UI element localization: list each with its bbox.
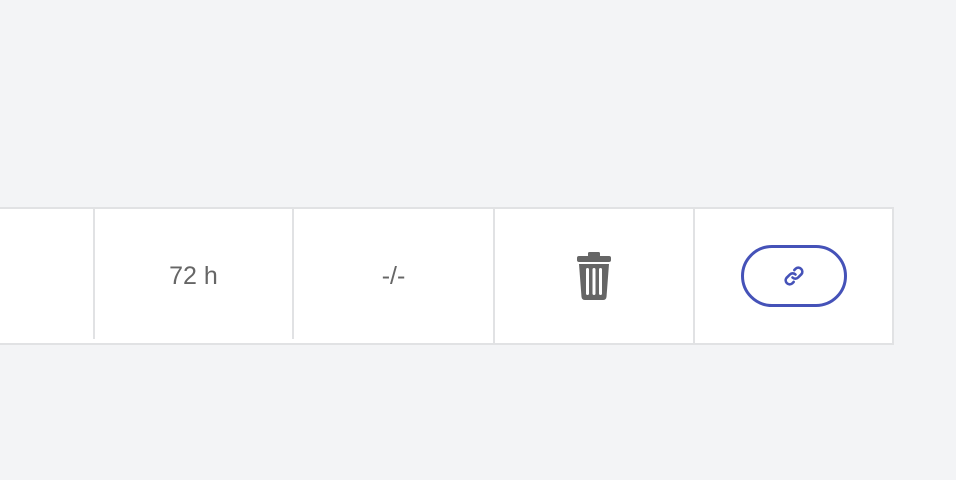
table-cell-partial bbox=[0, 209, 93, 343]
delete-cell bbox=[495, 209, 693, 343]
trash-icon bbox=[577, 252, 611, 300]
delete-button[interactable] bbox=[575, 251, 613, 301]
duration-text: 72 h bbox=[169, 261, 218, 290]
copy-link-button[interactable] bbox=[740, 245, 847, 307]
value-cell: -/- bbox=[294, 209, 493, 343]
link-cell bbox=[695, 209, 892, 343]
link-icon bbox=[783, 266, 804, 286]
value-text: -/- bbox=[381, 261, 406, 290]
page: 72 h -/- bbox=[0, 0, 956, 480]
duration-cell: 72 h bbox=[95, 209, 292, 343]
table-row: 72 h -/- bbox=[0, 207, 894, 345]
